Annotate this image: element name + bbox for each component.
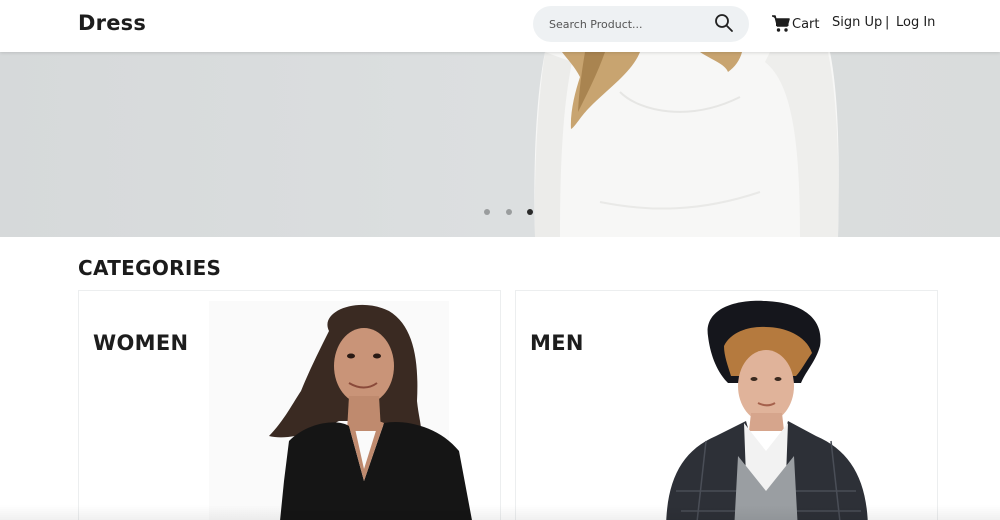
categories-heading: CATEGORIES [78, 256, 222, 280]
hero-carousel[interactable] [0, 52, 1000, 237]
search-icon[interactable] [714, 13, 734, 33]
carousel-dot-2[interactable] [506, 209, 512, 215]
category-card-women[interactable]: WOMEN [78, 290, 501, 520]
category-label-women: WOMEN [93, 331, 189, 355]
login-link[interactable]: Log In [896, 15, 935, 30]
carousel-dot-1[interactable] [484, 209, 490, 215]
cart-icon [772, 15, 790, 32]
carousel-dot-3[interactable] [527, 209, 533, 215]
nav-separator: | [885, 15, 890, 30]
top-navbar: Dress Cart Sign Up | Log In [0, 0, 1000, 52]
category-label-men: MEN [530, 331, 584, 355]
men-model-image [666, 300, 868, 520]
signup-link[interactable]: Sign Up [832, 15, 882, 30]
category-card-men[interactable]: MEN [515, 290, 938, 520]
cart-label: Cart [792, 16, 820, 32]
hero-model-image [534, 52, 839, 237]
women-model-image [209, 301, 472, 520]
search-input[interactable] [549, 15, 709, 33]
cart-link[interactable]: Cart [771, 14, 820, 34]
site-logo[interactable]: Dress [78, 11, 146, 35]
